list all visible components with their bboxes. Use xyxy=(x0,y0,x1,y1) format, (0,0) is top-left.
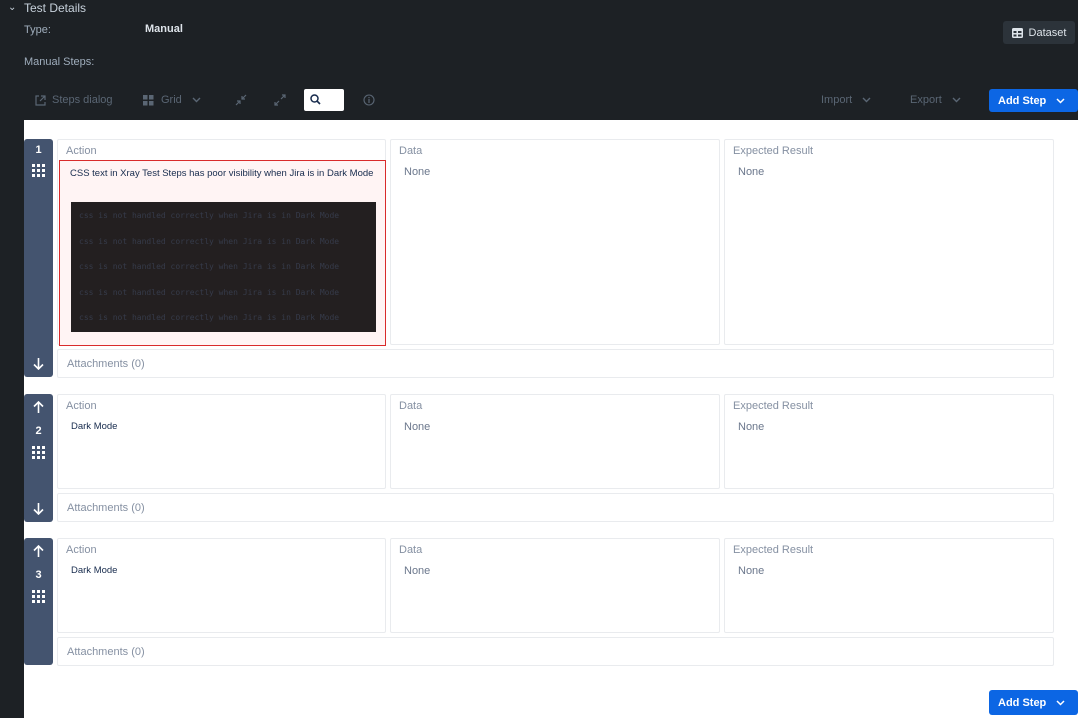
grid-dropdown[interactable]: Grid xyxy=(143,89,201,111)
code-line: css is not handled correctly when Jira i… xyxy=(79,288,340,297)
grid-icon xyxy=(143,94,154,105)
add-step-button[interactable]: Add Step xyxy=(989,89,1078,112)
manual-steps-label: Manual Steps: xyxy=(24,56,95,68)
step-number: 1 xyxy=(35,144,42,156)
step-rail[interactable]: 1 xyxy=(24,139,53,377)
expected-result-value: None xyxy=(738,565,765,577)
dataset-button[interactable]: Dataset xyxy=(1003,21,1075,44)
expected-result-cell[interactable]: Expected Result None xyxy=(724,139,1054,345)
data-cell[interactable]: Data None xyxy=(390,394,720,489)
steps-grid: 1 Action CSS text in Xray Test Steps has… xyxy=(24,120,1078,718)
expected-result-value: None xyxy=(738,166,765,178)
chevron-down-icon xyxy=(952,97,961,103)
expected-result-header: Expected Result xyxy=(733,145,814,157)
action-text: Dark Mode xyxy=(71,565,118,576)
action-cell[interactable]: Action Dark Mode xyxy=(57,538,386,633)
drag-handle-icon[interactable] xyxy=(32,590,45,603)
arrow-up-icon[interactable] xyxy=(33,401,44,413)
table-icon xyxy=(1011,27,1023,38)
step-rail[interactable]: 2 xyxy=(24,394,53,522)
add-step-button[interactable]: Add Step xyxy=(989,690,1078,715)
step-number: 2 xyxy=(35,425,42,437)
expand-button[interactable] xyxy=(274,89,286,111)
attachments-row[interactable]: Attachments (0) xyxy=(57,493,1054,522)
drag-handle-icon[interactable] xyxy=(32,446,45,459)
data-value: None xyxy=(404,166,431,178)
add-step-label: Add Step xyxy=(998,696,1047,709)
steps-dialog-label: Steps dialog xyxy=(52,94,113,106)
chevron-down-icon xyxy=(1056,97,1065,104)
data-cell[interactable]: Data None xyxy=(390,538,720,633)
code-line: css is not handled correctly when Jira i… xyxy=(79,313,340,322)
arrow-down-icon[interactable] xyxy=(33,358,44,370)
external-link-icon xyxy=(35,94,46,106)
data-header: Data xyxy=(399,145,423,157)
expected-result-header: Expected Result xyxy=(733,400,814,412)
arrow-up-icon[interactable] xyxy=(33,545,44,557)
steps-dialog-button[interactable]: Steps dialog xyxy=(35,89,113,111)
code-line: css is not handled correctly when Jira i… xyxy=(79,237,340,246)
data-header: Data xyxy=(399,400,423,412)
data-header: Data xyxy=(399,544,423,556)
code-line: css is not handled correctly when Jira i… xyxy=(79,211,340,220)
chevron-down-icon xyxy=(862,97,871,103)
section-title[interactable]: Test Details xyxy=(24,1,86,15)
action-header: Action xyxy=(66,145,97,157)
expected-result-header: Expected Result xyxy=(733,544,814,556)
type-label: Type: xyxy=(24,24,51,36)
grid-label: Grid xyxy=(161,94,182,106)
action-cell[interactable]: Action Dark Mode xyxy=(57,394,386,489)
chevron-down-icon[interactable]: ⌄ xyxy=(8,2,16,13)
add-step-label: Add Step xyxy=(998,94,1047,107)
expected-result-cell[interactable]: Expected Result None xyxy=(724,394,1054,489)
data-value: None xyxy=(404,565,431,577)
type-value: Manual xyxy=(145,23,183,35)
export-dropdown[interactable]: Export xyxy=(910,89,961,111)
expected-result-cell[interactable]: Expected Result None xyxy=(724,538,1054,633)
action-content[interactable]: CSS text in Xray Test Steps has poor vis… xyxy=(59,160,386,346)
dataset-label: Dataset xyxy=(1028,26,1067,39)
import-label: Import xyxy=(821,94,853,106)
collapse-button[interactable] xyxy=(235,89,247,111)
data-cell[interactable]: Data None xyxy=(390,139,720,345)
import-dropdown[interactable]: Import xyxy=(821,89,871,111)
collapse-icon xyxy=(235,94,247,106)
info-icon xyxy=(363,94,375,106)
step-number: 3 xyxy=(35,569,42,581)
code-block: css is not handled correctly when Jira i… xyxy=(71,202,376,332)
export-label: Export xyxy=(910,94,942,106)
expand-icon xyxy=(274,94,286,106)
chevron-down-icon xyxy=(1056,699,1065,706)
data-value: None xyxy=(404,421,431,433)
action-text: Dark Mode xyxy=(71,421,118,432)
arrow-down-icon[interactable] xyxy=(33,503,44,515)
attachments-row[interactable]: Attachments (0) xyxy=(57,637,1054,666)
step-rail[interactable]: 3 xyxy=(24,538,53,665)
info-button[interactable] xyxy=(363,89,375,111)
action-text: CSS text in Xray Test Steps has poor vis… xyxy=(70,168,374,179)
action-header: Action xyxy=(66,544,97,556)
action-header: Action xyxy=(66,400,97,412)
search-input[interactable] xyxy=(304,89,344,111)
expected-result-value: None xyxy=(738,421,765,433)
code-line: css is not handled correctly when Jira i… xyxy=(79,262,340,271)
attachments-row[interactable]: Attachments (0) xyxy=(57,349,1054,378)
drag-handle-icon[interactable] xyxy=(32,164,45,177)
chevron-down-icon xyxy=(192,97,201,103)
search-icon xyxy=(310,94,321,105)
